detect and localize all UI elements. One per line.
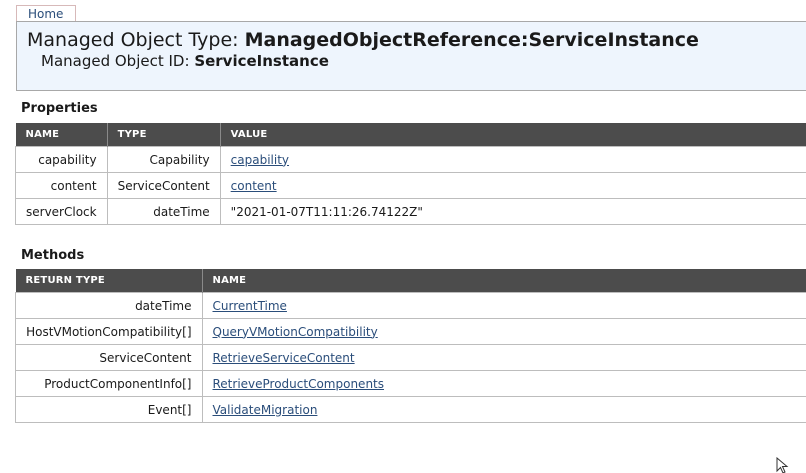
managed-object-type-label: Managed Object Type: [27, 29, 239, 51]
table-row: content ServiceContent content [15, 172, 806, 199]
managed-object-id-value: ServiceInstance [194, 52, 329, 70]
method-return-type: HostVMotionCompatibility[] [15, 318, 203, 345]
column-header-return-type: RETURN TYPE [15, 269, 203, 293]
home-link[interactable]: Home [16, 5, 76, 22]
method-link[interactable]: RetrieveServiceContent [213, 351, 355, 365]
managed-object-type: Managed Object Type: ManagedObjectRefere… [27, 29, 699, 51]
properties-header-row: NAME TYPE VALUE [15, 123, 806, 147]
method-name: ValidateMigration [201, 396, 806, 423]
table-row: capability Capability capability [15, 146, 806, 173]
property-value-link[interactable]: capability [231, 153, 289, 167]
object-header: Managed Object Type: ManagedObjectRefere… [16, 21, 806, 91]
property-value: "2021-01-07T11:11:26.74122Z" [219, 198, 806, 225]
method-return-type: ServiceContent [15, 344, 203, 371]
property-type: ServiceContent [106, 172, 221, 199]
methods-header-row: RETURN TYPE NAME [15, 269, 806, 293]
mouse-pointer-icon [776, 457, 789, 473]
method-link[interactable]: QueryVMotionCompatibility [213, 325, 378, 339]
table-row: HostVMotionCompatibility[] QueryVMotionC… [15, 318, 806, 345]
property-type: dateTime [106, 198, 221, 225]
table-row: Event[] ValidateMigration [15, 396, 806, 423]
method-link[interactable]: RetrieveProductComponents [213, 377, 385, 391]
property-value: content [219, 172, 806, 199]
method-name: RetrieveServiceContent [201, 344, 806, 371]
property-name: capability [15, 146, 108, 173]
method-link[interactable]: CurrentTime [213, 299, 287, 313]
property-name: serverClock [15, 198, 108, 225]
method-return-type: ProductComponentInfo[] [15, 370, 203, 397]
method-return-type: Event[] [15, 396, 203, 423]
table-row: dateTime CurrentTime [15, 292, 806, 319]
method-name: QueryVMotionCompatibility [201, 318, 806, 345]
property-type: Capability [106, 146, 221, 173]
properties-table: NAME TYPE VALUE capability Capability ca… [15, 123, 806, 225]
methods-table: RETURN TYPE NAME dateTime CurrentTime Ho… [15, 269, 806, 423]
table-row: serverClock dateTime "2021-01-07T11:11:2… [15, 198, 806, 225]
table-row: ProductComponentInfo[] RetrieveProductCo… [15, 370, 806, 397]
properties-title: Properties [21, 101, 98, 116]
page: Home Managed Object Type: ManagedObjectR… [0, 0, 806, 473]
column-header-value: VALUE [220, 123, 806, 147]
methods-title: Methods [21, 248, 85, 263]
managed-object-id-label: Managed Object ID: [41, 52, 190, 70]
method-return-type: dateTime [15, 292, 203, 319]
table-row: ServiceContent RetrieveServiceContent [15, 344, 806, 371]
column-header-type: TYPE [107, 123, 221, 147]
property-name: content [15, 172, 108, 199]
managed-object-type-value: ManagedObjectReference:ServiceInstance [244, 29, 699, 51]
property-value-link[interactable]: content [231, 179, 277, 193]
property-value: capability [219, 146, 806, 173]
column-header-name: NAME [15, 123, 108, 147]
method-name: RetrieveProductComponents [201, 370, 806, 397]
method-link[interactable]: ValidateMigration [213, 403, 318, 417]
column-header-method-name: NAME [202, 269, 806, 293]
managed-object-id: Managed Object ID: ServiceInstance [41, 52, 329, 70]
method-name: CurrentTime [201, 292, 806, 319]
